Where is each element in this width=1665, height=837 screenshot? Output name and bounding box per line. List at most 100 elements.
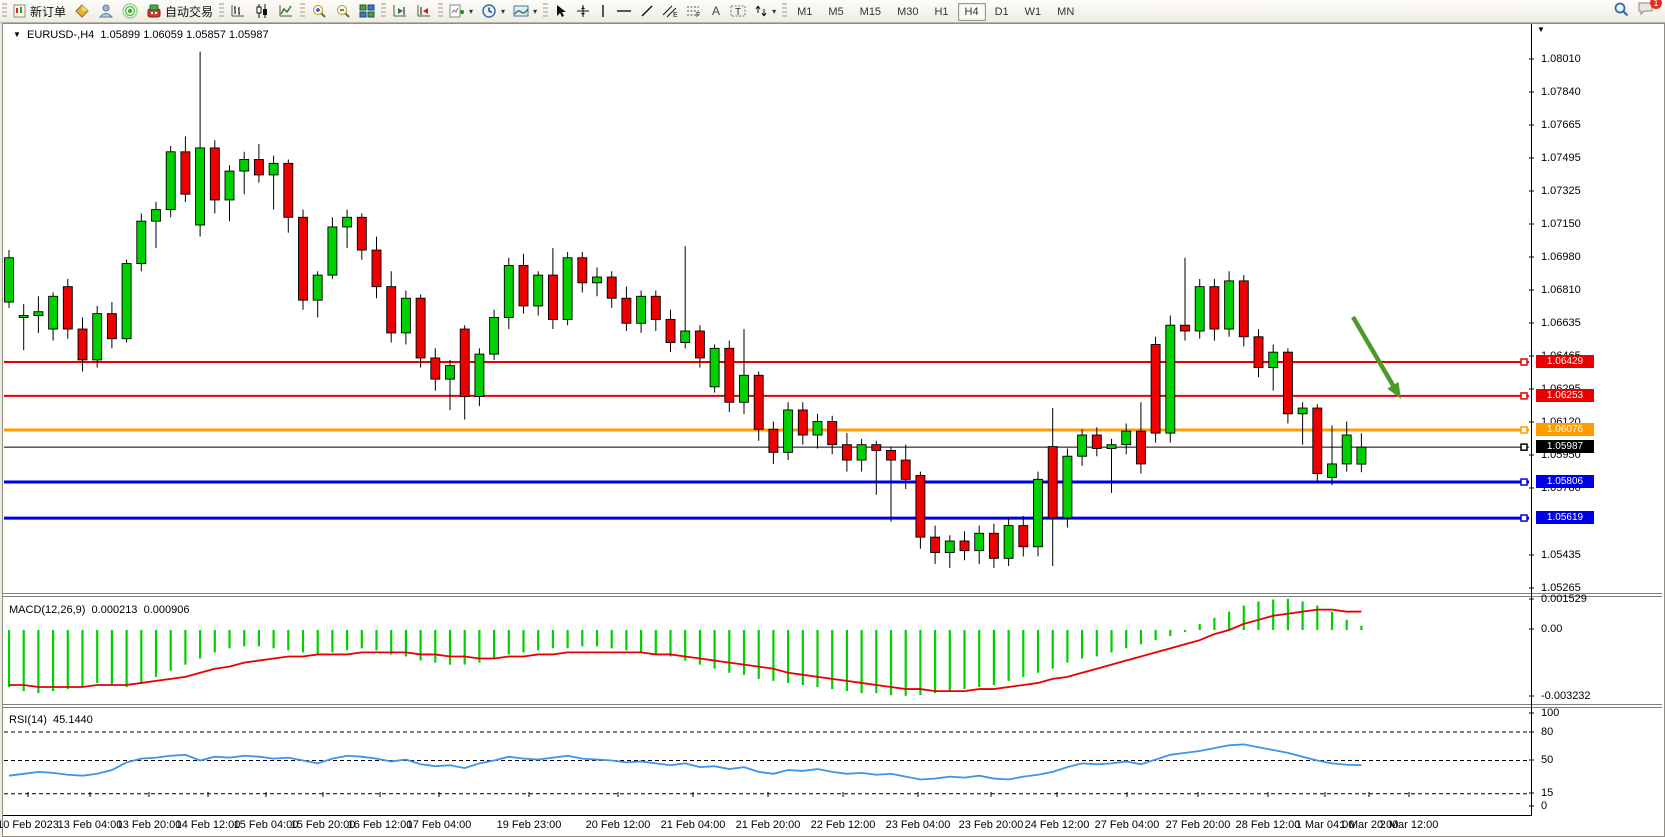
- price-axis-label: 1.07150: [1541, 218, 1581, 230]
- community-button[interactable]: [94, 1, 118, 21]
- price-axis-label: 1.06635: [1541, 317, 1581, 329]
- price-axis-label: 1.07840: [1541, 86, 1581, 98]
- chart-title[interactable]: ▼ EURUSD-,H4 1.05899 1.06059 1.05857 1.0…: [13, 29, 269, 41]
- dropdown-caret: ▾: [533, 7, 537, 16]
- text-tool-button[interactable]: A: [706, 1, 726, 21]
- zoom-out-button[interactable]: [331, 1, 355, 21]
- toolbar-grip[interactable]: [782, 3, 787, 19]
- notifications-button[interactable]: 1: [1637, 1, 1655, 21]
- time-axis-label: 22 Feb 12:00: [811, 819, 876, 831]
- label-tool-button[interactable]: T: [726, 1, 750, 21]
- toolbar-grip[interactable]: [300, 3, 305, 19]
- timeframe-button-H4[interactable]: H4: [958, 3, 986, 21]
- time-axis-label: 27 Feb 20:00: [1166, 819, 1231, 831]
- arrows-tool-button[interactable]: ▾: [750, 1, 780, 21]
- macd-axis-label: -0.003232: [1541, 690, 1591, 702]
- toolbar-grip[interactable]: [438, 3, 443, 19]
- price-axis-line: [1531, 24, 1532, 815]
- templates-button[interactable]: ▾: [509, 1, 541, 21]
- timeframe-button-M1[interactable]: M1: [790, 3, 819, 21]
- toolbar-grip[interactable]: [381, 3, 386, 19]
- search-icon[interactable]: [1613, 1, 1629, 22]
- pane-divider[interactable]: [3, 593, 1662, 597]
- crosshair-tool-button[interactable]: [572, 1, 594, 21]
- price-line-label[interactable]: 1.06429: [1536, 355, 1594, 368]
- vertical-line-icon: [598, 4, 608, 18]
- notification-badge: 1: [1650, 0, 1662, 9]
- macd-axis-label: 0.001529: [1541, 593, 1587, 605]
- timeframe-button-H1[interactable]: H1: [927, 3, 955, 21]
- trendline-icon: [640, 4, 654, 18]
- time-axis-label: 28 Feb 12:00: [1236, 819, 1301, 831]
- autotrading-button[interactable]: 自动交易: [142, 1, 217, 21]
- axis-scale-marker-icon[interactable]: ▼: [1537, 25, 1545, 34]
- timeframe-button-W1[interactable]: W1: [1018, 3, 1049, 21]
- arrows-icon: [754, 4, 768, 18]
- new-order-label: 新订单: [30, 3, 66, 20]
- auto-scroll-button[interactable]: [388, 1, 412, 21]
- timeframe-button-MN[interactable]: MN: [1050, 3, 1081, 21]
- time-axis-label: 17 Feb 04:00: [407, 819, 472, 831]
- candlestick-chart-button[interactable]: [250, 1, 274, 21]
- vertical-line-tool-button[interactable]: [594, 1, 612, 21]
- toolbar-grip[interactable]: [543, 3, 548, 19]
- price-line-label[interactable]: 1.05619: [1536, 511, 1594, 524]
- symbols-button[interactable]: [70, 1, 94, 21]
- person-icon: [98, 3, 114, 19]
- price-axis-label: 1.07325: [1541, 185, 1581, 197]
- chart-shift-button[interactable]: [412, 1, 436, 21]
- horizontal-line-icon: [616, 4, 632, 18]
- svg-text:T: T: [735, 7, 741, 18]
- line-chart-icon: [278, 3, 294, 19]
- bar-chart-button[interactable]: [226, 1, 250, 21]
- template-image-icon: [513, 3, 529, 19]
- price-axis-label: 1.08010: [1541, 53, 1581, 65]
- timeframe-button-M5[interactable]: M5: [821, 3, 850, 21]
- dropdown-caret: ▾: [772, 7, 776, 16]
- equidistant-channel-tool-button[interactable]: E: [658, 1, 682, 21]
- signals-button[interactable]: [118, 1, 142, 21]
- tile-windows-button[interactable]: [355, 1, 379, 21]
- price-line-label[interactable]: 1.06253: [1536, 389, 1594, 402]
- chart-canvas[interactable]: [3, 24, 1664, 836]
- candlestick-icon: [254, 3, 270, 19]
- clock-icon: [481, 3, 497, 19]
- new-order-button[interactable]: 新订单: [9, 1, 70, 21]
- time-axis-label: 13 Feb 04:00: [58, 819, 123, 831]
- timeframe-button-M30[interactable]: M30: [890, 3, 925, 21]
- text-label-icon: T: [730, 4, 746, 18]
- main-toolbar: 新订单 自动交易: [0, 0, 1665, 23]
- price-axis-label: 1.05435: [1541, 549, 1581, 561]
- time-axis-label: 14 Feb 12:00: [176, 819, 241, 831]
- pane-divider[interactable]: [3, 704, 1662, 708]
- chart-menu-arrow-icon[interactable]: ▼: [13, 30, 21, 39]
- time-axis-label: 27 Feb 04:00: [1095, 819, 1160, 831]
- timeframe-button-M15[interactable]: M15: [853, 3, 888, 21]
- time-axis-label: 23 Feb 04:00: [886, 819, 951, 831]
- trendline-tool-button[interactable]: [636, 1, 658, 21]
- time-axis-label: 10 Feb 2023: [0, 819, 59, 831]
- price-line-label[interactable]: 1.05987: [1536, 440, 1594, 453]
- cursor-tool-button[interactable]: [550, 1, 572, 21]
- periods-button[interactable]: ▾: [477, 1, 509, 21]
- line-chart-button[interactable]: [274, 1, 298, 21]
- new-chart-button[interactable]: ▾: [445, 1, 477, 21]
- zoom-in-icon: [311, 3, 327, 19]
- cursor-icon: [554, 4, 568, 18]
- price-line-label[interactable]: 1.06076: [1536, 423, 1594, 436]
- fibonacci-tool-button[interactable]: F: [682, 1, 706, 21]
- rsi-axis-label: 15: [1541, 787, 1553, 799]
- toolbar-grip[interactable]: [2, 3, 7, 19]
- time-axis-label: 19 Feb 23:00: [497, 819, 562, 831]
- crosshair-icon: [576, 4, 590, 18]
- price-axis-label: 1.07495: [1541, 152, 1581, 164]
- macd-axis-label: 0.00: [1541, 623, 1562, 635]
- zoom-in-button[interactable]: [307, 1, 331, 21]
- timeframe-button-D1[interactable]: D1: [988, 3, 1016, 21]
- price-line-label[interactable]: 1.05806: [1536, 475, 1594, 488]
- chart-symbol-period: EURUSD-,H4: [27, 29, 94, 41]
- time-axis-label: 13 Feb 20:00: [117, 819, 182, 831]
- chart-window: ▼ EURUSD-,H4 1.05899 1.06059 1.05857 1.0…: [2, 23, 1665, 837]
- toolbar-grip[interactable]: [219, 3, 224, 19]
- horizontal-line-tool-button[interactable]: [612, 1, 636, 21]
